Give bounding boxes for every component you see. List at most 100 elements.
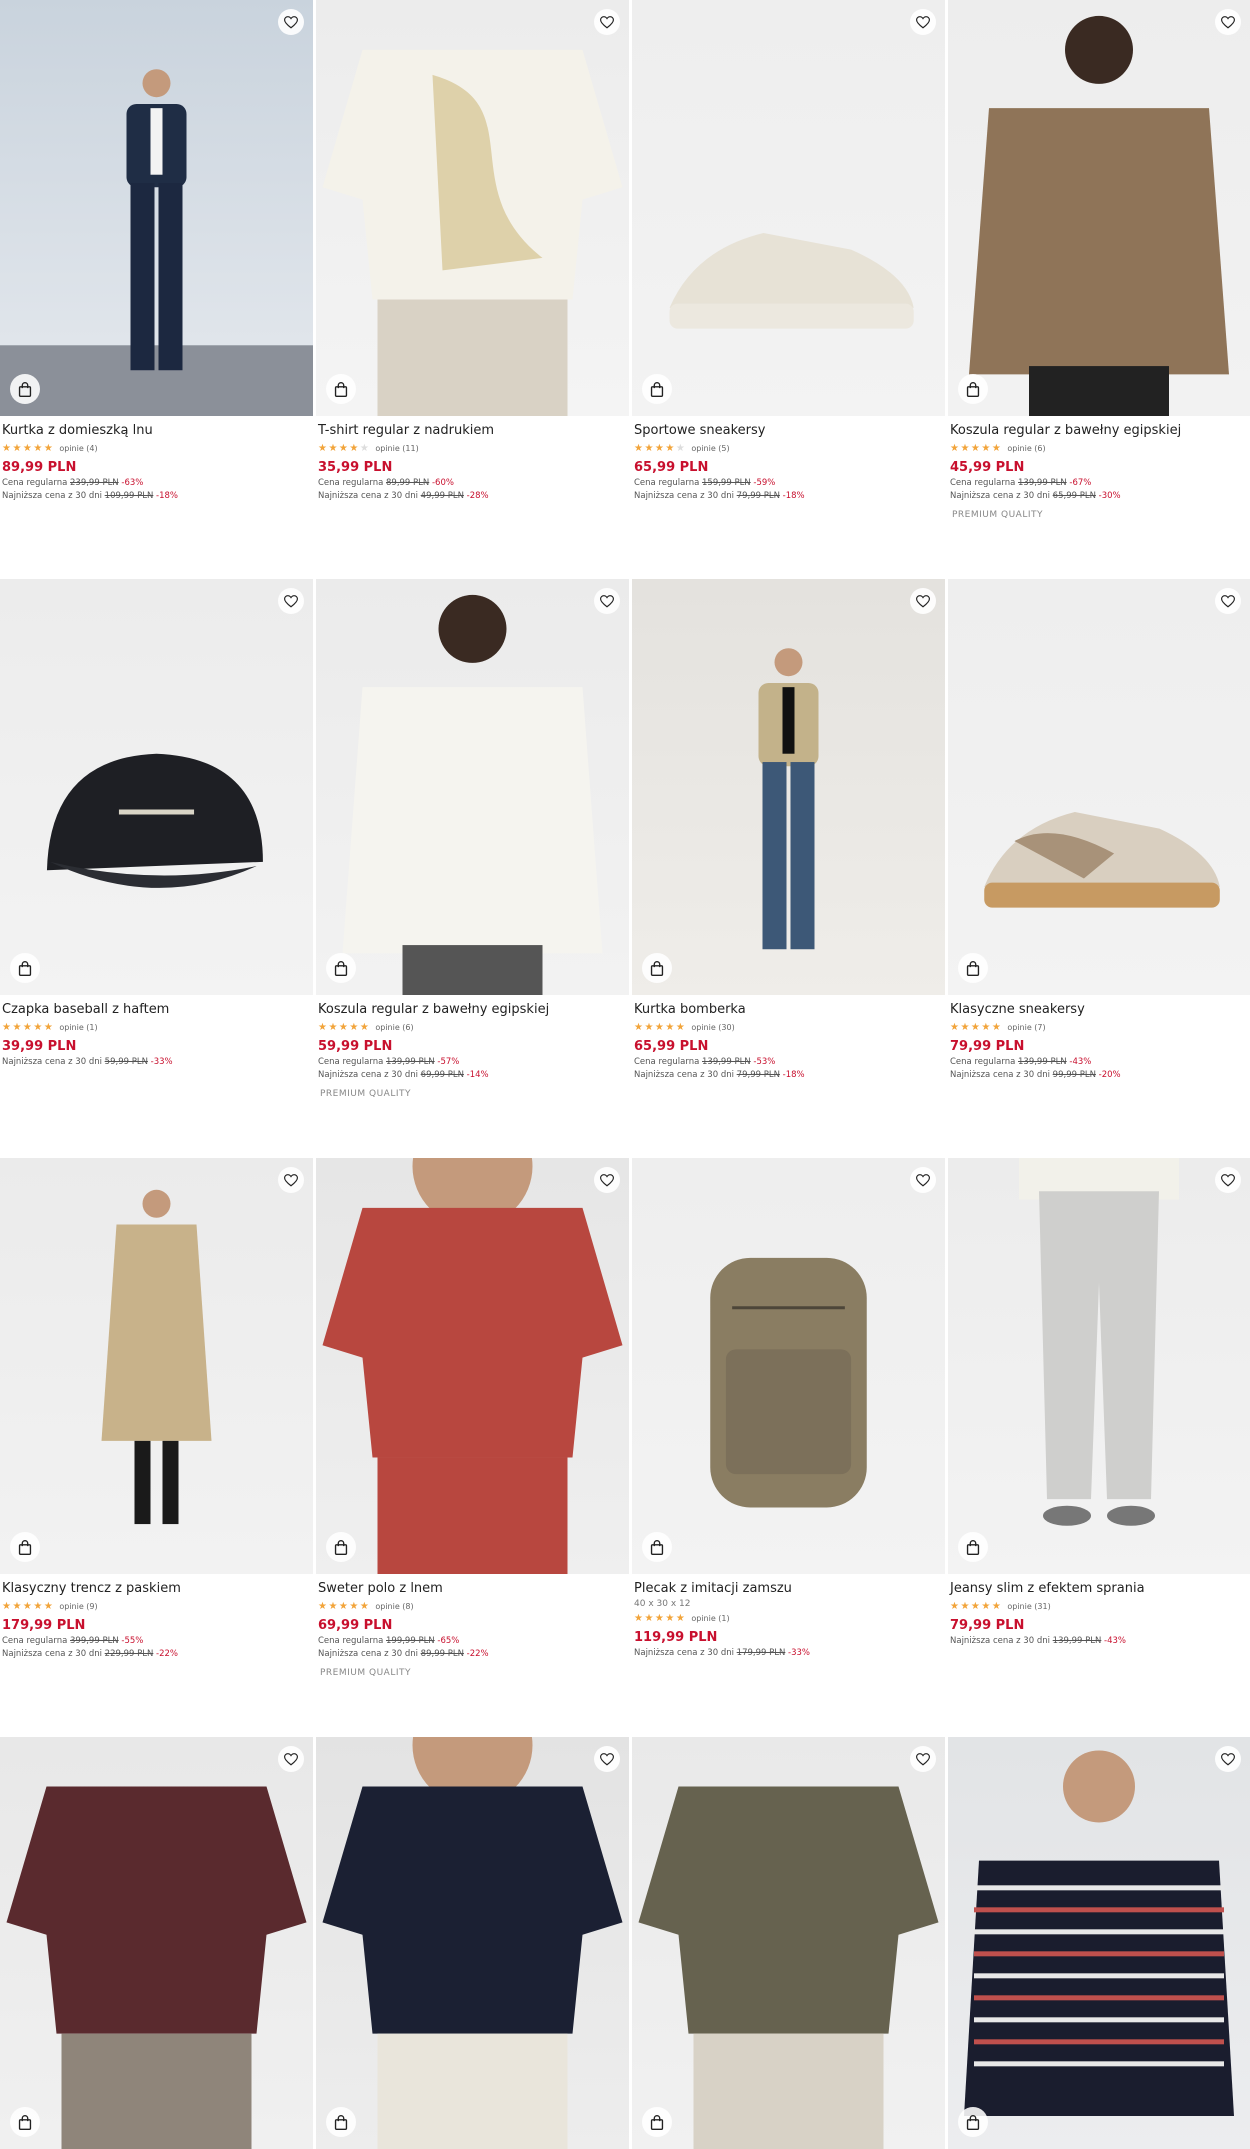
- rating[interactable]: ★★★★★ opinie (6): [318, 1021, 627, 1033]
- product-name[interactable]: Kurtka z domieszką lnu: [2, 423, 311, 439]
- shopping-bag-icon[interactable]: [958, 953, 988, 983]
- rating[interactable]: ★★★★★ opinie (9): [2, 1600, 311, 1612]
- product-photo[interactable]: [0, 579, 313, 995]
- product-name[interactable]: Koszula regular z bawełny egipskiej: [318, 1002, 627, 1018]
- product-card[interactable]: [948, 1737, 1250, 2149]
- product-photo[interactable]: [0, 1158, 313, 1574]
- heart-outline-icon[interactable]: [910, 588, 936, 614]
- product-card[interactable]: Kurtka bomberka ★★★★★ opinie (30) 65,99 …: [632, 579, 945, 1080]
- product-image[interactable]: [948, 0, 1250, 416]
- product-card[interactable]: Koszula regular z bawełny egipskiej ★★★★…: [316, 579, 629, 1099]
- product-name[interactable]: Kurtka bomberka: [634, 1002, 943, 1018]
- heart-outline-icon[interactable]: [594, 9, 620, 35]
- product-name[interactable]: Czapka baseball z haftem: [2, 1002, 311, 1018]
- product-image[interactable]: [316, 1158, 629, 1574]
- product-image[interactable]: [948, 1158, 1250, 1574]
- product-name[interactable]: T-shirt regular z nadrukiem: [318, 423, 627, 439]
- shopping-bag-icon[interactable]: [326, 374, 356, 404]
- shopping-bag-icon[interactable]: [642, 374, 672, 404]
- product-card[interactable]: Sweter polo z lnem ★★★★★ opinie (8) 69,9…: [316, 1158, 629, 1678]
- heart-outline-icon[interactable]: [1215, 588, 1241, 614]
- shopping-bag-icon[interactable]: [10, 374, 40, 404]
- shopping-bag-icon[interactable]: [10, 2107, 40, 2137]
- product-name[interactable]: Koszula regular z bawełny egipskiej: [950, 423, 1248, 439]
- heart-outline-icon[interactable]: [594, 1167, 620, 1193]
- product-image[interactable]: [0, 1737, 313, 2149]
- product-photo[interactable]: [948, 1737, 1250, 2149]
- heart-outline-icon[interactable]: [1215, 9, 1241, 35]
- product-image[interactable]: [948, 579, 1250, 995]
- product-card[interactable]: Czapka baseball z haftem ★★★★★ opinie (1…: [0, 579, 313, 1067]
- product-card[interactable]: T-shirt regular z nadrukiem ★★★★★ opinie…: [316, 0, 629, 501]
- shopping-bag-icon[interactable]: [326, 1532, 356, 1562]
- product-photo[interactable]: [632, 0, 945, 416]
- product-name[interactable]: Sweter polo z lnem: [318, 1581, 627, 1597]
- product-card[interactable]: Sportowe sneakersy ★★★★★ opinie (5) 65,9…: [632, 0, 945, 501]
- shopping-bag-icon[interactable]: [642, 2107, 672, 2137]
- product-card[interactable]: [0, 1737, 313, 2149]
- product-card[interactable]: [632, 1737, 945, 2149]
- product-name[interactable]: Plecak z imitacji zamszu: [634, 1581, 943, 1597]
- rating[interactable]: ★★★★★ opinie (31): [950, 1600, 1248, 1612]
- heart-outline-icon[interactable]: [910, 9, 936, 35]
- product-card[interactable]: Klasyczny trencz z paskiem ★★★★★ opinie …: [0, 1158, 313, 1659]
- product-name[interactable]: Klasyczny trencz z paskiem: [2, 1581, 311, 1597]
- product-photo[interactable]: [632, 579, 945, 995]
- product-photo[interactable]: [0, 0, 313, 416]
- product-photo[interactable]: [316, 0, 629, 416]
- heart-outline-icon[interactable]: [278, 1746, 304, 1772]
- rating[interactable]: ★★★★★ opinie (4): [2, 442, 311, 454]
- heart-outline-icon[interactable]: [910, 1167, 936, 1193]
- product-photo[interactable]: [948, 1158, 1250, 1574]
- heart-outline-icon[interactable]: [278, 588, 304, 614]
- product-photo[interactable]: [632, 1737, 945, 2149]
- rating[interactable]: ★★★★★ opinie (30): [634, 1021, 943, 1033]
- rating[interactable]: ★★★★★ opinie (8): [318, 1600, 627, 1612]
- product-photo[interactable]: [948, 579, 1250, 995]
- rating[interactable]: ★★★★★ opinie (11): [318, 442, 627, 454]
- heart-outline-icon[interactable]: [278, 9, 304, 35]
- product-image[interactable]: [0, 0, 313, 416]
- product-image[interactable]: [632, 1158, 945, 1574]
- heart-outline-icon[interactable]: [1215, 1746, 1241, 1772]
- product-image[interactable]: [316, 579, 629, 995]
- rating[interactable]: ★★★★★ opinie (6): [950, 442, 1248, 454]
- product-card[interactable]: [316, 1737, 629, 2149]
- product-image[interactable]: [316, 1737, 629, 2149]
- product-photo[interactable]: [632, 1158, 945, 1574]
- product-photo[interactable]: [0, 1737, 313, 2149]
- shopping-bag-icon[interactable]: [958, 374, 988, 404]
- product-image[interactable]: [632, 579, 945, 995]
- product-image[interactable]: [632, 1737, 945, 2149]
- product-photo[interactable]: [316, 579, 629, 995]
- shopping-bag-icon[interactable]: [642, 953, 672, 983]
- heart-outline-icon[interactable]: [1215, 1167, 1241, 1193]
- product-image[interactable]: [632, 0, 945, 416]
- shopping-bag-icon[interactable]: [326, 2107, 356, 2137]
- rating[interactable]: ★★★★★ opinie (1): [2, 1021, 311, 1033]
- shopping-bag-icon[interactable]: [10, 953, 40, 983]
- rating[interactable]: ★★★★★ opinie (5): [634, 442, 943, 454]
- product-photo[interactable]: [948, 0, 1250, 416]
- product-image[interactable]: [0, 579, 313, 995]
- shopping-bag-icon[interactable]: [642, 1532, 672, 1562]
- product-name[interactable]: Jeansy slim z efektem sprania: [950, 1581, 1248, 1597]
- heart-outline-icon[interactable]: [594, 588, 620, 614]
- product-image[interactable]: [0, 1158, 313, 1574]
- shopping-bag-icon[interactable]: [10, 1532, 40, 1562]
- product-card[interactable]: Kurtka z domieszką lnu ★★★★★ opinie (4) …: [0, 0, 313, 501]
- shopping-bag-icon[interactable]: [958, 1532, 988, 1562]
- shopping-bag-icon[interactable]: [326, 953, 356, 983]
- heart-outline-icon[interactable]: [910, 1746, 936, 1772]
- shopping-bag-icon[interactable]: [958, 2107, 988, 2137]
- heart-outline-icon[interactable]: [594, 1746, 620, 1772]
- rating[interactable]: ★★★★★ opinie (1): [634, 1612, 943, 1624]
- product-card[interactable]: Koszula regular z bawełny egipskiej ★★★★…: [948, 0, 1250, 520]
- product-photo[interactable]: [316, 1737, 629, 2149]
- product-card[interactable]: Klasyczne sneakersy ★★★★★ opinie (7) 79,…: [948, 579, 1250, 1080]
- product-photo[interactable]: [316, 1158, 629, 1574]
- product-image[interactable]: [316, 0, 629, 416]
- product-card[interactable]: Jeansy slim z efektem sprania ★★★★★ opin…: [948, 1158, 1250, 1646]
- heart-outline-icon[interactable]: [278, 1167, 304, 1193]
- product-name[interactable]: Klasyczne sneakersy: [950, 1002, 1248, 1018]
